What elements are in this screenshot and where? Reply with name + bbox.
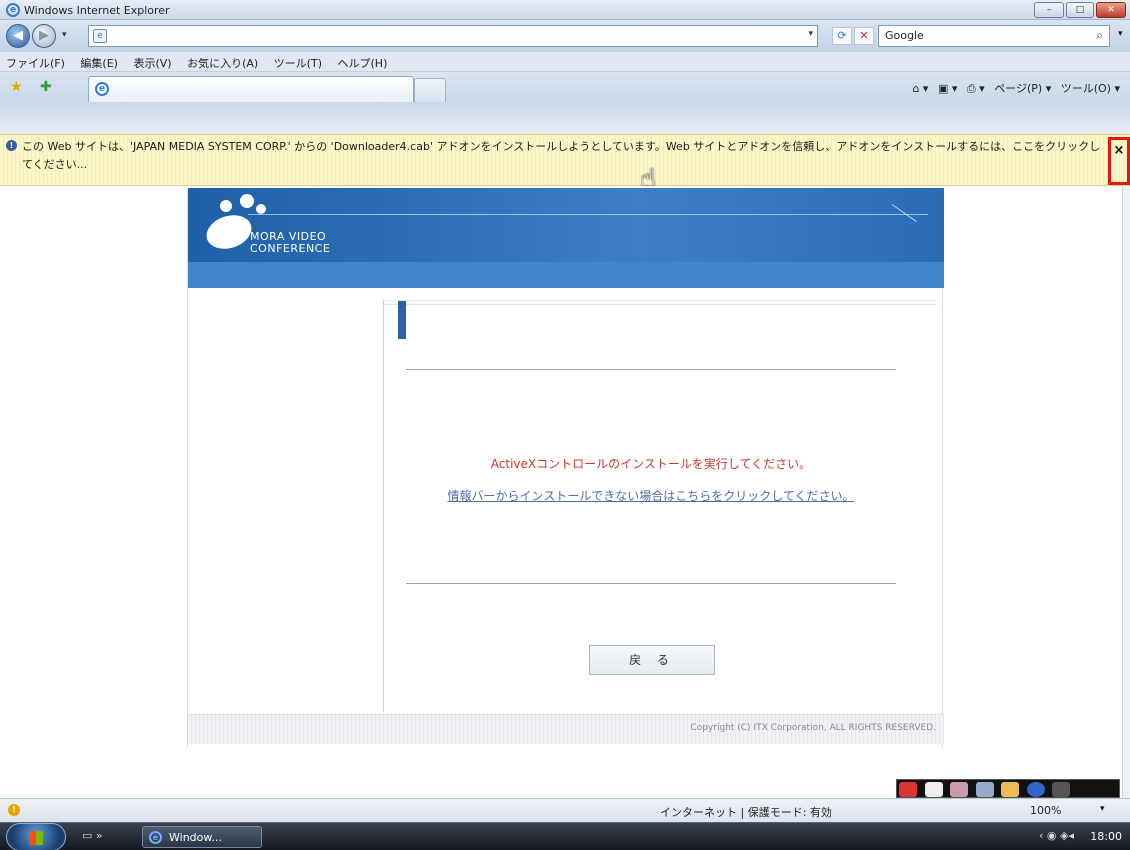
information-bar[interactable]: ! この Web サイトは、'JAPAN MEDIA SYSTEM CORP.'… xyxy=(0,134,1130,186)
caps-kana-icon[interactable] xyxy=(1052,782,1070,797)
zoom-dropdown-icon[interactable]: ▾ xyxy=(1100,804,1105,814)
maximize-button[interactable]: □ xyxy=(1066,2,1094,18)
forward-nav-icon[interactable]: ▶ xyxy=(32,24,56,48)
system-tray-icons[interactable]: ‹ ◉ ◈◂ xyxy=(1039,829,1074,842)
clock[interactable]: 18:00 xyxy=(1090,830,1122,843)
ime-pad-icon[interactable] xyxy=(1001,782,1019,797)
manual-install-link[interactable]: 情報バーからインストールできない場合はこちらをクリックしてください。 xyxy=(406,487,896,504)
divider-top xyxy=(406,369,896,370)
taskbar-ie-icon: e xyxy=(149,831,162,844)
command-bar: ⌂ ▾ ▣ ▾ ⎙ ▾ ページ(P) ▾ ツール(O) ▾ xyxy=(906,80,1120,96)
tab-bar: ★ ✚ e ⌂ ▾ ▣ ▾ ⎙ ▾ ページ(P) ▾ ツール(O) ▾ xyxy=(0,72,1130,102)
divider-bottom xyxy=(406,583,896,584)
toolbar-spacer xyxy=(0,102,1130,134)
add-favorite-icon[interactable]: ✚ xyxy=(40,79,52,95)
menu-tools[interactable]: ツール(T) xyxy=(268,52,328,74)
logo-dot-3 xyxy=(220,200,232,212)
window-title: Windows Internet Explorer xyxy=(24,4,170,17)
start-button[interactable] xyxy=(6,823,66,850)
banner-line xyxy=(248,214,928,234)
page-footer: Copyright (C) ITX Corporation, ALL RIGHT… xyxy=(188,714,944,744)
logo-dot-1 xyxy=(240,194,254,208)
info-bar-close-button[interactable]: × xyxy=(1108,137,1130,185)
section-marker xyxy=(398,301,406,339)
favorites-star-icon[interactable]: ★ xyxy=(10,79,23,95)
ime-tools-icon[interactable] xyxy=(975,782,994,797)
ime-icon[interactable] xyxy=(899,782,917,797)
windows-logo-icon xyxy=(29,831,43,845)
security-zone[interactable]: インターネット | 保護モード: 有効 xyxy=(660,804,832,820)
home-icon[interactable]: ⌂ ▾ xyxy=(912,82,928,95)
tools-menu[interactable]: ツール(O) ▾ xyxy=(1061,82,1120,95)
warning-icon[interactable]: ! xyxy=(8,804,20,816)
ime-dict-icon[interactable] xyxy=(950,782,968,797)
new-tab-button[interactable] xyxy=(414,78,446,102)
tab-current[interactable]: e xyxy=(88,76,414,102)
ie-logo-icon: e xyxy=(6,3,20,17)
menu-favorites[interactable]: お気に入り(A) xyxy=(181,52,264,74)
stop-icon[interactable]: ✕ xyxy=(854,27,874,45)
search-icon[interactable]: ⌕ xyxy=(1096,28,1103,43)
search-value: Google xyxy=(885,29,924,42)
ime-mode-icon[interactable] xyxy=(924,782,943,797)
quick-launch[interactable]: ▭ » xyxy=(82,829,103,842)
language-bar xyxy=(896,779,1120,798)
info-shield-icon: ! xyxy=(6,140,17,151)
menu-file[interactable]: ファイル(F) xyxy=(0,52,71,74)
status-bar: ! インターネット | 保護モード: 有効 100% ▾ xyxy=(0,798,1130,822)
minimize-button[interactable]: – xyxy=(1034,2,1064,18)
site-banner: MORA VIDEO CONFERENCE xyxy=(188,188,944,262)
page-icon: e xyxy=(93,29,107,43)
refresh-icon[interactable]: ⟳ xyxy=(832,27,852,45)
menu-view[interactable]: 表示(V) xyxy=(127,52,177,74)
title-bar: e Windows Internet Explorer – □ ✕ xyxy=(0,0,1130,20)
feeds-icon[interactable]: ▣ ▾ xyxy=(938,82,957,95)
copyright-text: Copyright (C) ITX Corporation, ALL RIGHT… xyxy=(690,723,936,733)
print-icon[interactable]: ⎙ ▾ xyxy=(967,82,985,95)
taskbar-item-label: Window... xyxy=(169,831,222,844)
back-nav-icon[interactable]: ◀ xyxy=(6,24,30,48)
close-button[interactable]: ✕ xyxy=(1096,2,1126,18)
page-menu[interactable]: ページ(P) ▾ xyxy=(994,82,1051,95)
taskbar: ▭ » e Window... ‹ ◉ ◈◂ 18:00 xyxy=(0,822,1130,850)
banner-stripe xyxy=(188,262,944,288)
search-input[interactable]: Google ⌕ xyxy=(878,25,1110,47)
zoom-level[interactable]: 100% xyxy=(1030,804,1061,817)
page-viewport: MORA VIDEO CONFERENCE ActiveXコントロールのインスト… xyxy=(0,186,1130,798)
logo-text-line2: CONFERENCE xyxy=(250,242,331,255)
panel-top-line xyxy=(384,301,937,305)
address-dropdown-icon[interactable]: ▾ xyxy=(808,29,813,39)
content-panel: ActiveXコントロールのインストールを実行してください。 情報バーからインス… xyxy=(383,300,937,712)
search-options-icon[interactable]: ▾ xyxy=(1118,29,1123,39)
address-toolbar: ◀ ▶ ▾ e ▾ ⟳ ✕ Google ⌕ ▾ xyxy=(0,20,1130,52)
logo-dot-2 xyxy=(256,204,266,214)
taskbar-ie-window[interactable]: e Window... xyxy=(142,826,262,848)
install-instruction: ActiveXコントロールのインストールを実行してください。 xyxy=(490,457,812,471)
menu-edit[interactable]: 編集(E) xyxy=(74,52,124,74)
history-dropdown-icon[interactable]: ▾ xyxy=(62,30,67,40)
web-page: MORA VIDEO CONFERENCE ActiveXコントロールのインスト… xyxy=(187,188,944,748)
menu-help[interactable]: ヘルプ(H) xyxy=(332,52,394,74)
vertical-scrollbar[interactable] xyxy=(1122,186,1130,798)
info-bar-message[interactable]: この Web サイトは、'JAPAN MEDIA SYSTEM CORP.' か… xyxy=(22,138,1107,174)
help-icon[interactable] xyxy=(1026,782,1045,797)
address-field[interactable]: e ▾ xyxy=(88,25,818,47)
menu-bar: ファイル(F) 編集(E) 表示(V) お気に入り(A) ツール(T) ヘルプ(… xyxy=(0,52,1130,72)
tab-ie-icon: e xyxy=(95,82,109,96)
back-button[interactable]: 戻 る xyxy=(589,645,715,675)
